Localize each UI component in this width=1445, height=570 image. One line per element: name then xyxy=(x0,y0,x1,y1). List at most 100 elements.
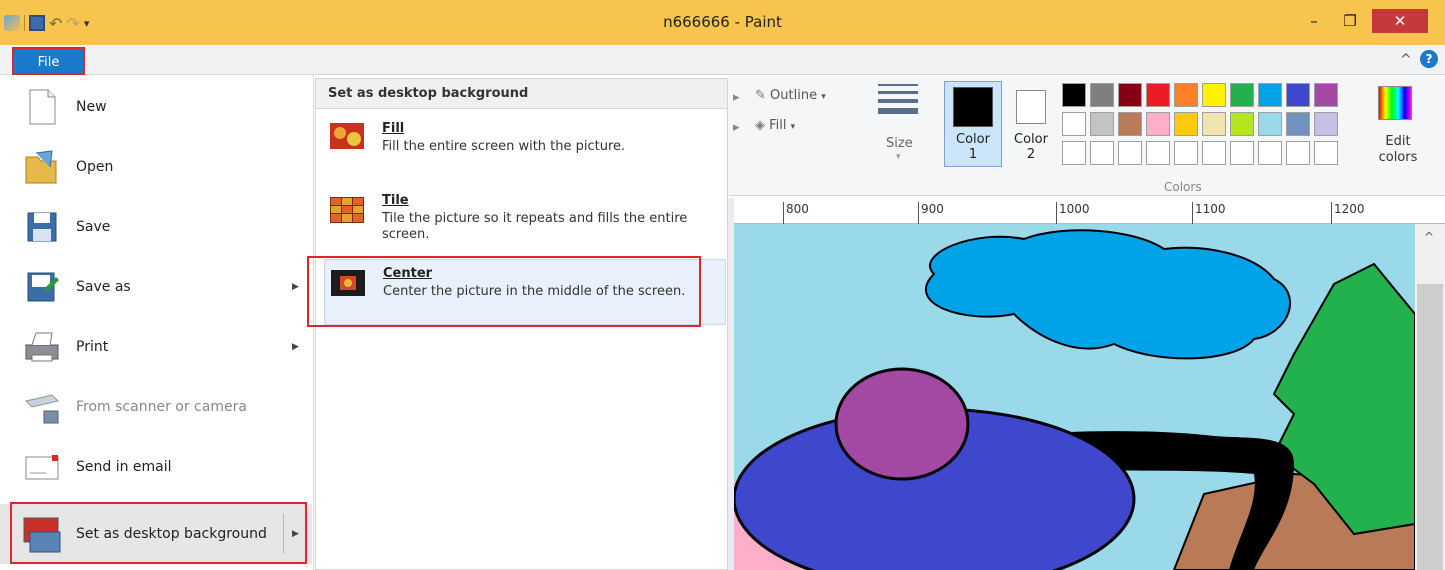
save-as-icon xyxy=(27,272,59,302)
menu-item-label: Send in email xyxy=(76,459,172,475)
ruler-tick: 1100 xyxy=(1192,202,1226,224)
color2-button[interactable]: Color 2 xyxy=(1008,81,1054,167)
highlight-box-set-desktop-background xyxy=(10,502,307,564)
menu-item-save-as[interactable]: Save as ▶ xyxy=(0,258,312,316)
submenu-arrow-icon: ▶ xyxy=(292,282,299,292)
color-swatch[interactable] xyxy=(1258,141,1282,165)
edit-colors-icon[interactable] xyxy=(1378,86,1412,120)
menu-item-label: Save xyxy=(76,219,111,235)
outline-dropdown[interactable]: ✎ Outline ▾ xyxy=(755,88,826,103)
color-palette xyxy=(1062,83,1338,165)
color1-number: 1 xyxy=(968,147,978,162)
ruler-tick: 1200 xyxy=(1331,202,1365,224)
color1-swatch xyxy=(953,87,993,127)
option-title: Fill xyxy=(382,121,405,136)
color-swatch[interactable] xyxy=(1090,141,1114,165)
file-menu: New Open Save Save as ▶ Print ▶ From sca… xyxy=(0,75,314,570)
shapes-scroll-arrow[interactable]: ▸ xyxy=(733,90,740,105)
menu-item-open[interactable]: Open xyxy=(0,138,312,196)
color-swatch[interactable] xyxy=(1286,83,1310,107)
color-swatch[interactable] xyxy=(1314,112,1338,136)
fill-label: Fill xyxy=(769,118,787,133)
drawing-canvas[interactable] xyxy=(734,224,1415,570)
floppy-disk-icon xyxy=(27,212,57,242)
new-document-icon xyxy=(29,89,56,125)
scrollbar-thumb[interactable] xyxy=(1417,284,1443,570)
edit-colors-label-1[interactable]: Edit xyxy=(1382,134,1414,149)
fill-bucket-icon: ◈ xyxy=(755,118,765,133)
shapes-scroll-arrow-2[interactable]: ▸ xyxy=(733,120,740,135)
title-bar: ↶ ↷ ▾ n666666 - Paint – ❐ ✕ xyxy=(0,0,1445,45)
minimize-button[interactable]: – xyxy=(1300,9,1328,33)
menu-item-print[interactable]: Print ▶ xyxy=(0,318,312,376)
color-swatch[interactable] xyxy=(1286,112,1310,136)
color-swatch[interactable] xyxy=(1314,83,1338,107)
menu-item-new[interactable]: New xyxy=(0,78,312,136)
purple-circle xyxy=(834,367,970,481)
color-swatch[interactable] xyxy=(1146,112,1170,136)
color-swatch[interactable] xyxy=(1174,141,1198,165)
menu-item-save[interactable]: Save xyxy=(0,198,312,256)
menu-item-label: Save as xyxy=(76,279,131,295)
vertical-scrollbar[interactable]: ^ xyxy=(1415,224,1445,570)
color-swatch[interactable] xyxy=(1174,112,1198,136)
option-description: Tile the picture so it repeats and fills… xyxy=(382,211,688,242)
color-swatch[interactable] xyxy=(1062,112,1086,136)
close-button[interactable]: ✕ xyxy=(1372,9,1428,33)
color-swatch[interactable] xyxy=(1230,83,1254,107)
color-swatch[interactable] xyxy=(1286,141,1310,165)
menu-item-scanner[interactable]: From scanner or camera xyxy=(0,378,312,436)
window-title: n666666 - Paint xyxy=(663,13,782,31)
color-swatch[interactable] xyxy=(1146,141,1170,165)
color2-number: 2 xyxy=(1026,147,1036,162)
collapse-ribbon-icon[interactable]: ^ xyxy=(1400,52,1412,68)
color2-swatch xyxy=(1016,90,1046,124)
menu-item-label: Open xyxy=(76,159,114,175)
option-title: Tile xyxy=(382,193,409,208)
color-swatch[interactable] xyxy=(1118,141,1142,165)
color-swatch[interactable] xyxy=(1174,83,1198,107)
file-tab[interactable]: File xyxy=(12,47,85,75)
color-swatch[interactable] xyxy=(1258,83,1282,107)
horizontal-ruler: 800 900 1000 1100 1200 xyxy=(734,198,1445,224)
open-folder-icon xyxy=(25,150,57,184)
help-icon[interactable]: ? xyxy=(1420,50,1438,68)
ruler-tick: 800 xyxy=(783,202,809,224)
fill-dropdown[interactable]: ◈ Fill ▾ xyxy=(755,118,795,133)
size-chevron-icon[interactable]: ▾ xyxy=(896,152,901,162)
option-tile[interactable]: Tile Tile the picture so it repeats and … xyxy=(324,189,726,251)
maximize-button[interactable]: ❐ xyxy=(1336,9,1364,33)
ruler-tick: 1000 xyxy=(1056,202,1090,224)
option-fill[interactable]: Fill Fill the entire screen with the pic… xyxy=(324,117,726,173)
size-label[interactable]: Size xyxy=(886,136,913,151)
scroll-up-icon[interactable]: ^ xyxy=(1424,230,1434,244)
highlight-box-center xyxy=(307,256,701,327)
color-swatch[interactable] xyxy=(1230,141,1254,165)
color1-button[interactable]: Color 1 xyxy=(944,81,1002,167)
color-swatch[interactable] xyxy=(1230,112,1254,136)
submenu-header: Set as desktop background xyxy=(316,79,727,109)
chevron-down-icon: ▾ xyxy=(821,92,826,102)
colors-group-label: Colors xyxy=(1164,180,1202,194)
color-swatch[interactable] xyxy=(1090,112,1114,136)
size-lines-icon[interactable] xyxy=(878,84,918,119)
color-swatch[interactable] xyxy=(1062,141,1086,165)
ruler-tick: 900 xyxy=(918,202,944,224)
menu-item-send-email[interactable]: Send in email xyxy=(0,438,312,496)
tile-thumbnail-icon xyxy=(330,197,364,223)
color-swatch[interactable] xyxy=(1118,83,1142,107)
option-description: Fill the entire screen with the picture. xyxy=(382,139,626,154)
color-swatch[interactable] xyxy=(1202,83,1226,107)
color-swatch[interactable] xyxy=(1146,83,1170,107)
color-swatch[interactable] xyxy=(1090,83,1114,107)
color-swatch[interactable] xyxy=(1202,112,1226,136)
color-swatch[interactable] xyxy=(1118,112,1142,136)
edit-colors-label-2[interactable]: colors xyxy=(1374,150,1422,165)
color-swatch[interactable] xyxy=(1258,112,1282,136)
color-swatch[interactable] xyxy=(1314,141,1338,165)
outline-label: Outline xyxy=(770,88,818,103)
color-swatch[interactable] xyxy=(1202,141,1226,165)
ribbon-tab-row xyxy=(0,45,1445,75)
fill-thumbnail-icon xyxy=(330,123,364,149)
color-swatch[interactable] xyxy=(1062,83,1086,107)
